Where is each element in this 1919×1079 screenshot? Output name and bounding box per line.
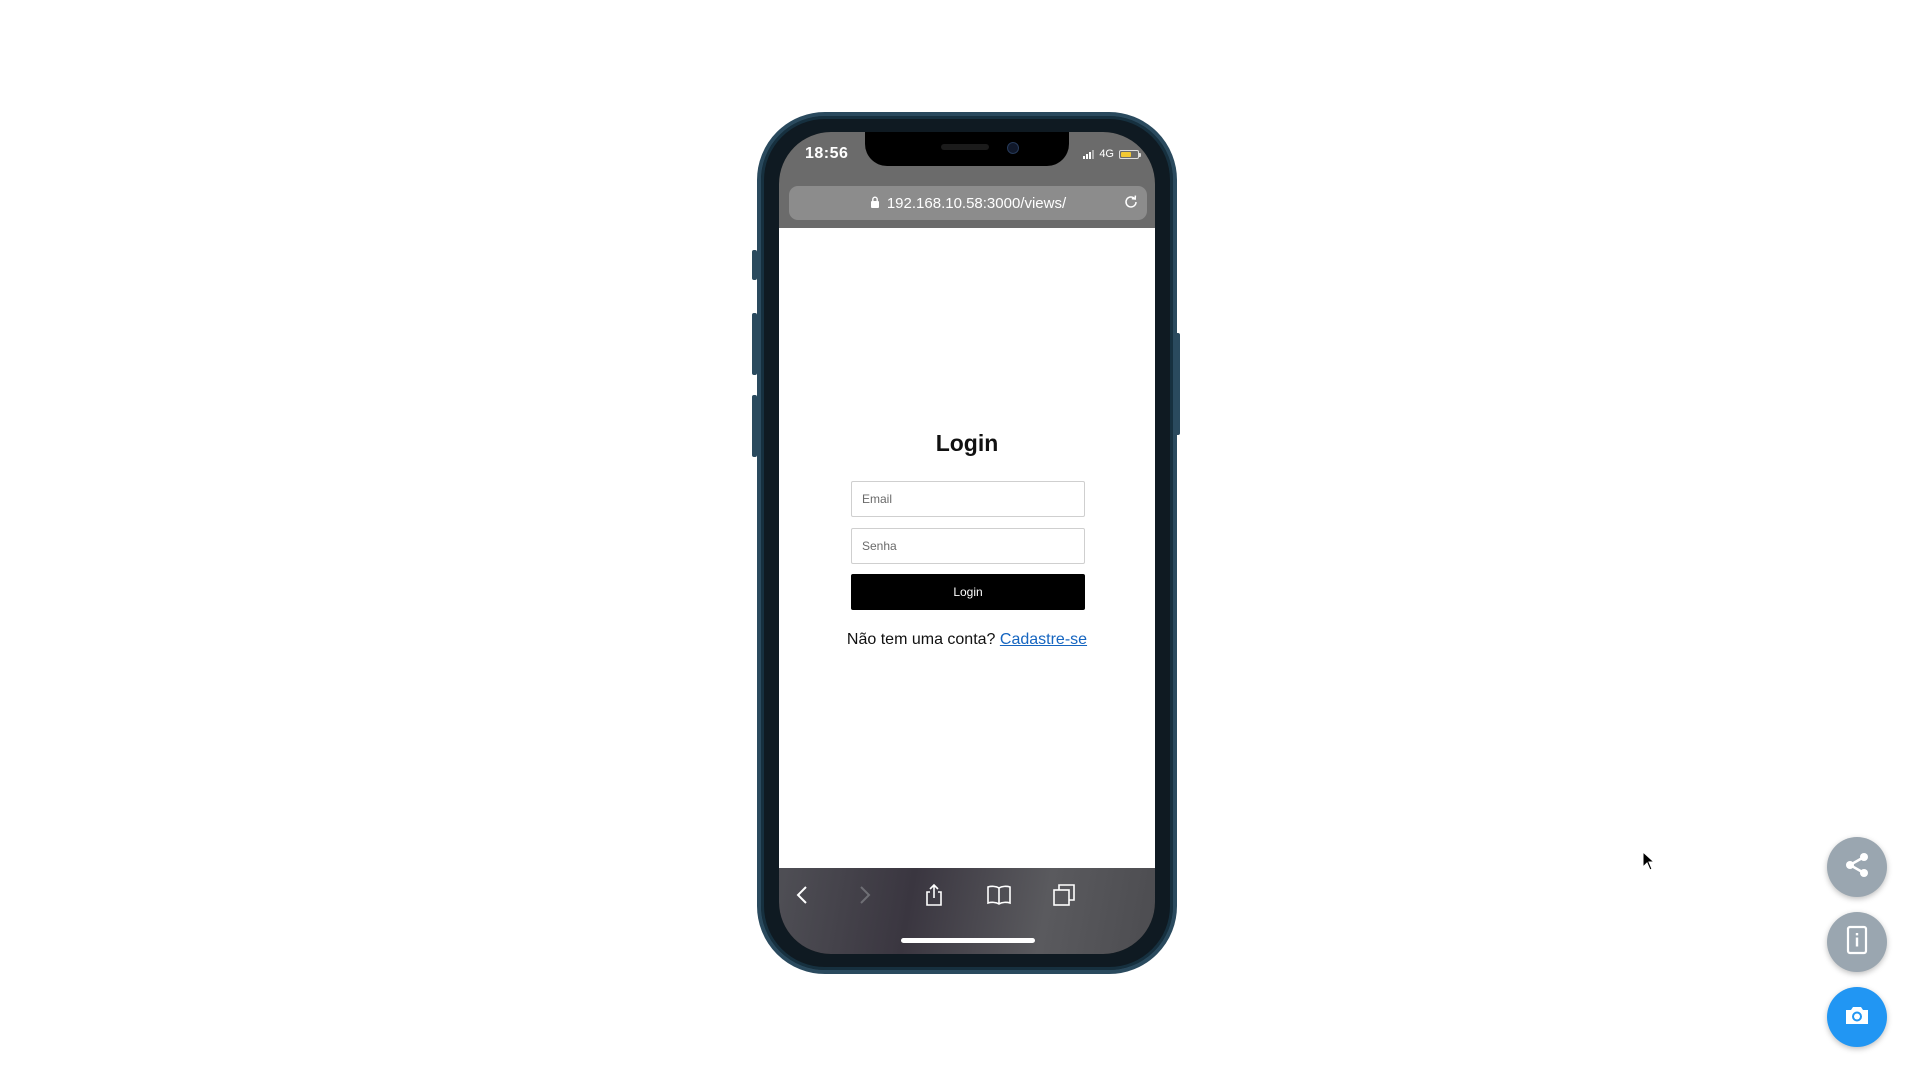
- speaker-grille: [941, 144, 989, 150]
- address-bar[interactable]: 192.168.10.58:3000/views/: [789, 186, 1147, 220]
- browser-toolbar: [779, 868, 1155, 954]
- lock-icon: [870, 195, 880, 212]
- address-url: 192.168.10.58:3000/views/: [886, 194, 1067, 212]
- front-camera: [1007, 142, 1019, 154]
- status-time: 18:56: [805, 145, 849, 162]
- device-info-fab[interactable]: [1827, 912, 1887, 972]
- status-indicators: 4G: [1083, 148, 1141, 160]
- signup-link[interactable]: Cadastre-se: [1000, 631, 1087, 648]
- battery-icon: [1119, 149, 1141, 159]
- network-label: 4G: [1099, 148, 1114, 160]
- camera-icon: [1843, 1003, 1871, 1032]
- stage: 18:56 4G 192.168.10.58:3000/views/ Login…: [0, 0, 1919, 1079]
- back-icon[interactable]: [787, 880, 817, 910]
- browser-address-area: 192.168.10.58:3000/views/: [779, 182, 1155, 228]
- password-field[interactable]: [851, 528, 1085, 564]
- reload-icon[interactable]: [1123, 194, 1139, 214]
- phone-screen: 18:56 4G 192.168.10.58:3000/views/ Login…: [779, 132, 1155, 954]
- tabs-icon[interactable]: [1049, 880, 1079, 910]
- signal-icon: [1083, 149, 1095, 159]
- mouse-cursor: [1642, 850, 1656, 876]
- share-icon: [1842, 850, 1872, 885]
- screenshot-fab[interactable]: [1827, 987, 1887, 1047]
- notch: [865, 132, 1069, 166]
- device-info-icon: [1845, 925, 1869, 960]
- home-indicator: [901, 938, 1035, 943]
- share-fab[interactable]: [1827, 837, 1887, 897]
- bookmarks-icon[interactable]: [984, 880, 1014, 910]
- phone-frame: 18:56 4G 192.168.10.58:3000/views/ Login…: [757, 112, 1177, 974]
- share-icon[interactable]: [919, 880, 949, 910]
- login-button[interactable]: Login: [851, 574, 1085, 610]
- login-title: Login: [935, 430, 999, 456]
- email-field[interactable]: [851, 481, 1085, 517]
- forward-icon[interactable]: [850, 880, 880, 910]
- signup-prompt: Não tem uma conta?: [846, 631, 996, 648]
- signup-line: Não tem uma conta? Cadastre-se: [779, 631, 1155, 649]
- web-page: Login Login Não tem uma conta? Cadastre-…: [779, 228, 1155, 868]
